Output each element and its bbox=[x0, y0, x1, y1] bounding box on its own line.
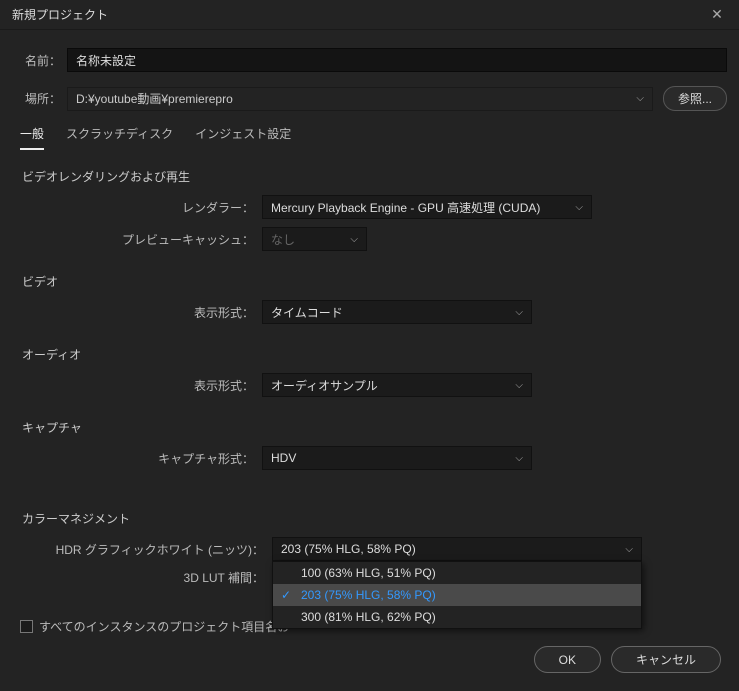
capture-format-select[interactable]: HDV ⌵ bbox=[262, 446, 532, 470]
chevron-down-icon: ⌵ bbox=[515, 453, 523, 464]
section-capture: キャプチャ キャプチャ形式： HDV ⌵ bbox=[22, 419, 717, 470]
video-display-value: タイムコード bbox=[271, 304, 343, 321]
ok-button[interactable]: OK bbox=[534, 646, 601, 673]
cancel-button[interactable]: キャンセル bbox=[611, 646, 721, 673]
chevron-down-icon: ⌵ bbox=[515, 380, 523, 391]
chevron-down-icon: ⌵ bbox=[636, 93, 644, 104]
capture-format-label: キャプチャ形式： bbox=[22, 450, 262, 467]
name-label: 名前： bbox=[12, 52, 67, 69]
section-color-management: カラーマネジメント HDR グラフィックホワイト (ニッツ)： 203 (75%… bbox=[22, 510, 717, 586]
check-icon: ✓ bbox=[281, 588, 291, 602]
section-audio-title: オーディオ bbox=[22, 346, 717, 363]
show-name-checkbox[interactable] bbox=[20, 620, 33, 633]
titlebar: 新規プロジェクト ✕ bbox=[0, 0, 739, 30]
hdr-white-value: 203 (75% HLG, 58% PQ) bbox=[281, 542, 416, 556]
section-capture-title: キャプチャ bbox=[22, 419, 717, 436]
hdr-white-label: HDR グラフィックホワイト (ニッツ)： bbox=[22, 541, 272, 558]
chevron-down-icon: ⌵ bbox=[515, 307, 523, 318]
hdr-option-203[interactable]: ✓ 203 (75% HLG, 58% PQ) bbox=[273, 584, 641, 606]
dialog-content: 名前： 場所： D:¥youtube動画¥premierepro ⌵ 参照...… bbox=[0, 30, 739, 691]
section-audio: オーディオ 表示形式： オーディオサンプル ⌵ bbox=[22, 346, 717, 397]
renderer-select[interactable]: Mercury Playback Engine - GPU 高速処理 (CUDA… bbox=[262, 195, 592, 219]
location-select[interactable]: D:¥youtube動画¥premierepro ⌵ bbox=[67, 87, 653, 111]
tab-general[interactable]: 一般 bbox=[20, 125, 44, 150]
capture-format-value: HDV bbox=[271, 451, 296, 465]
hdr-option-100[interactable]: 100 (63% HLG, 51% PQ) bbox=[273, 562, 641, 584]
audio-display-label: 表示形式： bbox=[22, 377, 262, 394]
preview-cache-label: プレビューキャッシュ： bbox=[22, 231, 262, 248]
show-name-label: すべてのインスタンスのプロジェクト項目名お bbox=[39, 618, 289, 635]
dialog-footer: OK キャンセル bbox=[534, 646, 721, 673]
tab-ingest[interactable]: インジェスト設定 bbox=[195, 125, 291, 150]
chevron-down-icon: ⌵ bbox=[575, 202, 583, 213]
tab-scratch-disks[interactable]: スクラッチディスク bbox=[66, 125, 173, 150]
video-display-label: 表示形式： bbox=[22, 304, 262, 321]
name-input[interactable] bbox=[67, 48, 727, 72]
section-video-title: ビデオ bbox=[22, 273, 717, 290]
tabs: 一般 スクラッチディスク インジェスト設定 bbox=[12, 125, 727, 150]
general-panel: ビデオレンダリングおよび再生 レンダラー： Mercury Playback E… bbox=[12, 150, 727, 586]
renderer-label: レンダラー： bbox=[22, 199, 262, 216]
name-row: 名前： bbox=[12, 48, 727, 72]
renderer-value: Mercury Playback Engine - GPU 高速処理 (CUDA… bbox=[271, 199, 540, 216]
browse-button[interactable]: 参照... bbox=[663, 86, 727, 111]
lut-interp-label: 3D LUT 補間： bbox=[22, 569, 272, 586]
new-project-dialog: 新規プロジェクト ✕ 名前： 場所： D:¥youtube動画¥premiere… bbox=[0, 0, 739, 691]
section-rendering: ビデオレンダリングおよび再生 レンダラー： Mercury Playback E… bbox=[22, 168, 717, 251]
section-rendering-title: ビデオレンダリングおよび再生 bbox=[22, 168, 717, 185]
location-row: 場所： D:¥youtube動画¥premierepro ⌵ 参照... bbox=[12, 86, 727, 111]
section-color-title: カラーマネジメント bbox=[22, 510, 717, 527]
close-icon[interactable]: ✕ bbox=[707, 6, 727, 23]
video-display-select[interactable]: タイムコード ⌵ bbox=[262, 300, 532, 324]
hdr-white-select[interactable]: 203 (75% HLG, 58% PQ) ⌵ bbox=[272, 537, 642, 561]
hdr-white-dropdown: 100 (63% HLG, 51% PQ) ✓ 203 (75% HLG, 58… bbox=[272, 561, 642, 629]
chevron-down-icon: ⌵ bbox=[625, 544, 633, 555]
hdr-option-300[interactable]: 300 (81% HLG, 62% PQ) bbox=[273, 606, 641, 628]
preview-cache-select: なし ⌵ bbox=[262, 227, 367, 251]
audio-display-value: オーディオサンプル bbox=[271, 377, 378, 394]
dialog-title: 新規プロジェクト bbox=[12, 6, 108, 23]
location-label: 場所： bbox=[12, 90, 67, 107]
preview-cache-value: なし bbox=[271, 231, 295, 248]
location-value: D:¥youtube動画¥premierepro bbox=[76, 90, 233, 107]
audio-display-select[interactable]: オーディオサンプル ⌵ bbox=[262, 373, 532, 397]
section-video: ビデオ 表示形式： タイムコード ⌵ bbox=[22, 273, 717, 324]
chevron-down-icon: ⌵ bbox=[350, 234, 358, 245]
